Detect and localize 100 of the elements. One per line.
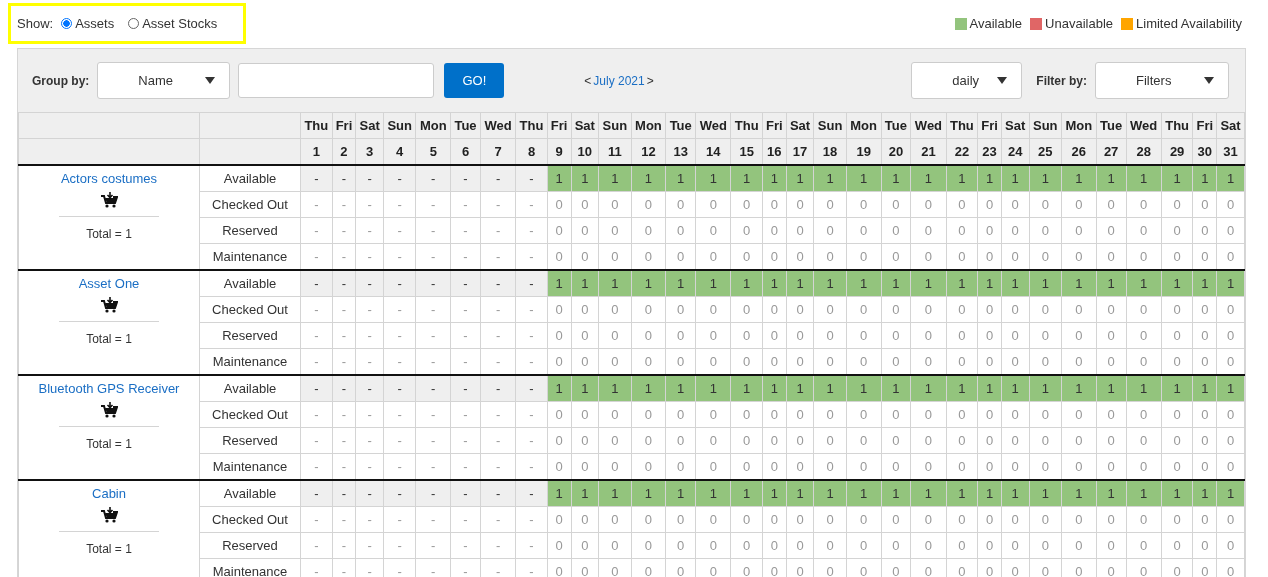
count-cell: - [332, 296, 356, 323]
availability-cell: 1 [977, 375, 1002, 402]
count-cell: - [450, 217, 481, 244]
count-cell: 0 [631, 532, 666, 559]
caret-icon [997, 77, 1008, 84]
count-cell: - [415, 191, 451, 218]
count-cell: 0 [813, 506, 847, 533]
weekday-header: Fri [547, 112, 571, 139]
count-cell: 0 [1216, 296, 1245, 323]
count-cell: 0 [846, 191, 882, 218]
count-cell: 0 [762, 217, 787, 244]
count-cell: 0 [1061, 322, 1097, 349]
group-by-dropdown[interactable]: Name [97, 62, 231, 99]
count-cell: 0 [881, 217, 911, 244]
caret-icon [1204, 77, 1214, 84]
weekday-header: Thu [730, 112, 763, 139]
count-cell: - [515, 217, 548, 244]
count-cell: - [332, 506, 356, 533]
availability-cell: 1 [1161, 270, 1193, 297]
count-cell: 0 [910, 217, 947, 244]
count-cell: 0 [1001, 322, 1030, 349]
count-cell: - [300, 532, 333, 559]
count-cell: - [515, 401, 548, 428]
count-cell: 0 [1029, 296, 1062, 323]
weekday-header: Thu [1161, 112, 1193, 139]
count-cell: - [515, 532, 548, 559]
filter-by-label: Filter by: [1036, 73, 1087, 88]
availability-cell: 1 [1001, 270, 1030, 297]
period-dropdown[interactable]: daily [911, 62, 1023, 99]
count-cell: 0 [730, 296, 763, 323]
availability-cell: - [355, 480, 384, 507]
count-cell: 0 [946, 506, 978, 533]
availability-cell: 1 [1061, 375, 1097, 402]
count-cell: 0 [1061, 506, 1097, 533]
availability-cell: 1 [665, 480, 696, 507]
availability-cell: 1 [695, 375, 731, 402]
count-cell: 0 [547, 217, 571, 244]
row-label: Checked Out [199, 296, 301, 323]
availability-cell: 1 [1001, 375, 1030, 402]
count-cell: 0 [786, 296, 814, 323]
availability-cell: - [515, 270, 548, 297]
count-cell: 0 [547, 191, 571, 218]
month-link[interactable]: July 2021 [593, 73, 645, 88]
filter-dropdown[interactable]: Filters [1095, 62, 1229, 99]
count-cell: 0 [762, 427, 787, 454]
count-cell: 0 [695, 427, 731, 454]
count-cell: 0 [1161, 532, 1193, 559]
availability-cell: - [332, 480, 356, 507]
count-cell: 0 [1161, 322, 1193, 349]
count-cell: - [332, 427, 356, 454]
search-field[interactable] [238, 63, 435, 98]
count-cell: - [415, 532, 451, 559]
total-count: Total = 1 [86, 542, 132, 556]
availability-cell: 1 [786, 375, 814, 402]
previous-month-button[interactable]: < [584, 73, 592, 88]
asset-name-link[interactable]: Asset One [78, 276, 140, 291]
count-cell: 0 [786, 217, 814, 244]
count-cell: 0 [1096, 427, 1126, 454]
radio-option[interactable]: Assets [61, 16, 115, 31]
count-cell: - [480, 191, 516, 218]
group-by-label: Group by: [32, 73, 90, 88]
availability-cell: 1 [631, 270, 666, 297]
availability-cell: 1 [977, 270, 1002, 297]
asset-name-link[interactable]: Cabin [92, 486, 126, 501]
count-cell: 0 [1126, 191, 1162, 218]
count-cell: - [355, 217, 384, 244]
availability-cell: 1 [1061, 165, 1097, 192]
count-cell: 0 [946, 322, 978, 349]
asset-name-link[interactable]: Bluetooth GPS Receiver [38, 381, 180, 396]
count-cell: - [355, 427, 384, 454]
count-cell: 0 [631, 401, 666, 428]
availability-cell: 1 [1126, 480, 1162, 507]
count-cell: 0 [1192, 296, 1217, 323]
count-cell: 0 [786, 401, 814, 428]
availability-cell: 1 [910, 480, 947, 507]
asset-name-link[interactable]: Actors costumes [60, 171, 158, 186]
count-cell: - [480, 532, 516, 559]
count-cell: - [383, 217, 416, 244]
availability-cell: 1 [910, 165, 947, 192]
count-cell: 0 [1192, 191, 1217, 218]
availability-cell: - [332, 270, 356, 297]
count-cell: 0 [1216, 322, 1245, 349]
availability-cell: - [383, 165, 416, 192]
count-cell: 0 [1126, 296, 1162, 323]
count-cell: 0 [730, 191, 763, 218]
count-cell: 0 [1192, 217, 1217, 244]
count-cell: 0 [1161, 296, 1193, 323]
next-month-button[interactable]: > [646, 73, 654, 88]
availability-cell: 1 [571, 480, 599, 507]
weekday-header: Thu [300, 112, 333, 139]
count-cell: - [300, 401, 333, 428]
availability-cell: 1 [598, 270, 632, 297]
count-cell: 0 [1029, 427, 1062, 454]
count-cell: 0 [1096, 506, 1126, 533]
count-cell: 0 [1216, 217, 1245, 244]
go-button[interactable]: GO! [444, 63, 505, 98]
radio-option[interactable]: Asset Stocks [128, 16, 218, 31]
count-cell: 0 [1192, 427, 1217, 454]
availability-cell: - [515, 375, 548, 402]
count-cell: 0 [846, 296, 882, 323]
